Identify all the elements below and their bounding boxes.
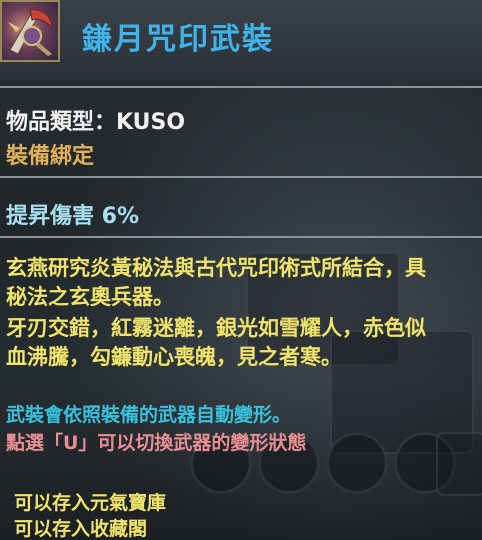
lore-line: 牙刃交錯，紅霧迷離，銀光如雪耀人，赤色似 [6, 316, 426, 340]
damage-stat: 提昇傷害 6% [6, 204, 140, 229]
switch-hint: 點選「U」可以切換武器的變形狀態 [6, 432, 307, 454]
attributes-divider [0, 176, 482, 178]
lore-line: 秘法之玄奧兵器。 [6, 285, 174, 309]
lore-line: 血沸騰，勾鐮動心喪魄，見之者寒。 [6, 345, 342, 369]
storage-note: 可以存入元氣寶庫 [14, 492, 167, 514]
transform-note: 武裝會依照裝備的武器自動變形。 [6, 404, 292, 426]
lore-paragraph: 玄燕研究炎黃秘法與古代咒印術式所結合，具 秘法之玄奧兵器。 [6, 254, 476, 312]
storage-note: 可以存入收藏閣 [14, 518, 148, 540]
item-tooltip: 鎌月咒印武裝 物品類型：KUSO 裝備綁定 提昇傷害 6% 玄燕研究炎黃秘法與古… [0, 0, 482, 540]
item-name: 鎌月咒印武裝 [82, 22, 274, 57]
weapon-armor-icon [0, 0, 60, 62]
tooltip-header: 鎌月咒印武裝 [0, 0, 482, 80]
bind-status: 裝備綁定 [6, 144, 95, 169]
lore-line: 玄燕研究炎黃秘法與古代咒印術式所結合，具 [6, 256, 426, 280]
background-skill-slot [326, 432, 388, 494]
lore-paragraph: 牙刃交錯，紅霧迷離，銀光如雪耀人，赤色似 血沸騰，勾鐮動心喪魄，見之者寒。 [6, 314, 476, 372]
header-divider [0, 86, 482, 88]
background-slot [436, 432, 482, 496]
stat-divider [0, 236, 482, 238]
item-type: 物品類型：KUSO [6, 110, 186, 135]
